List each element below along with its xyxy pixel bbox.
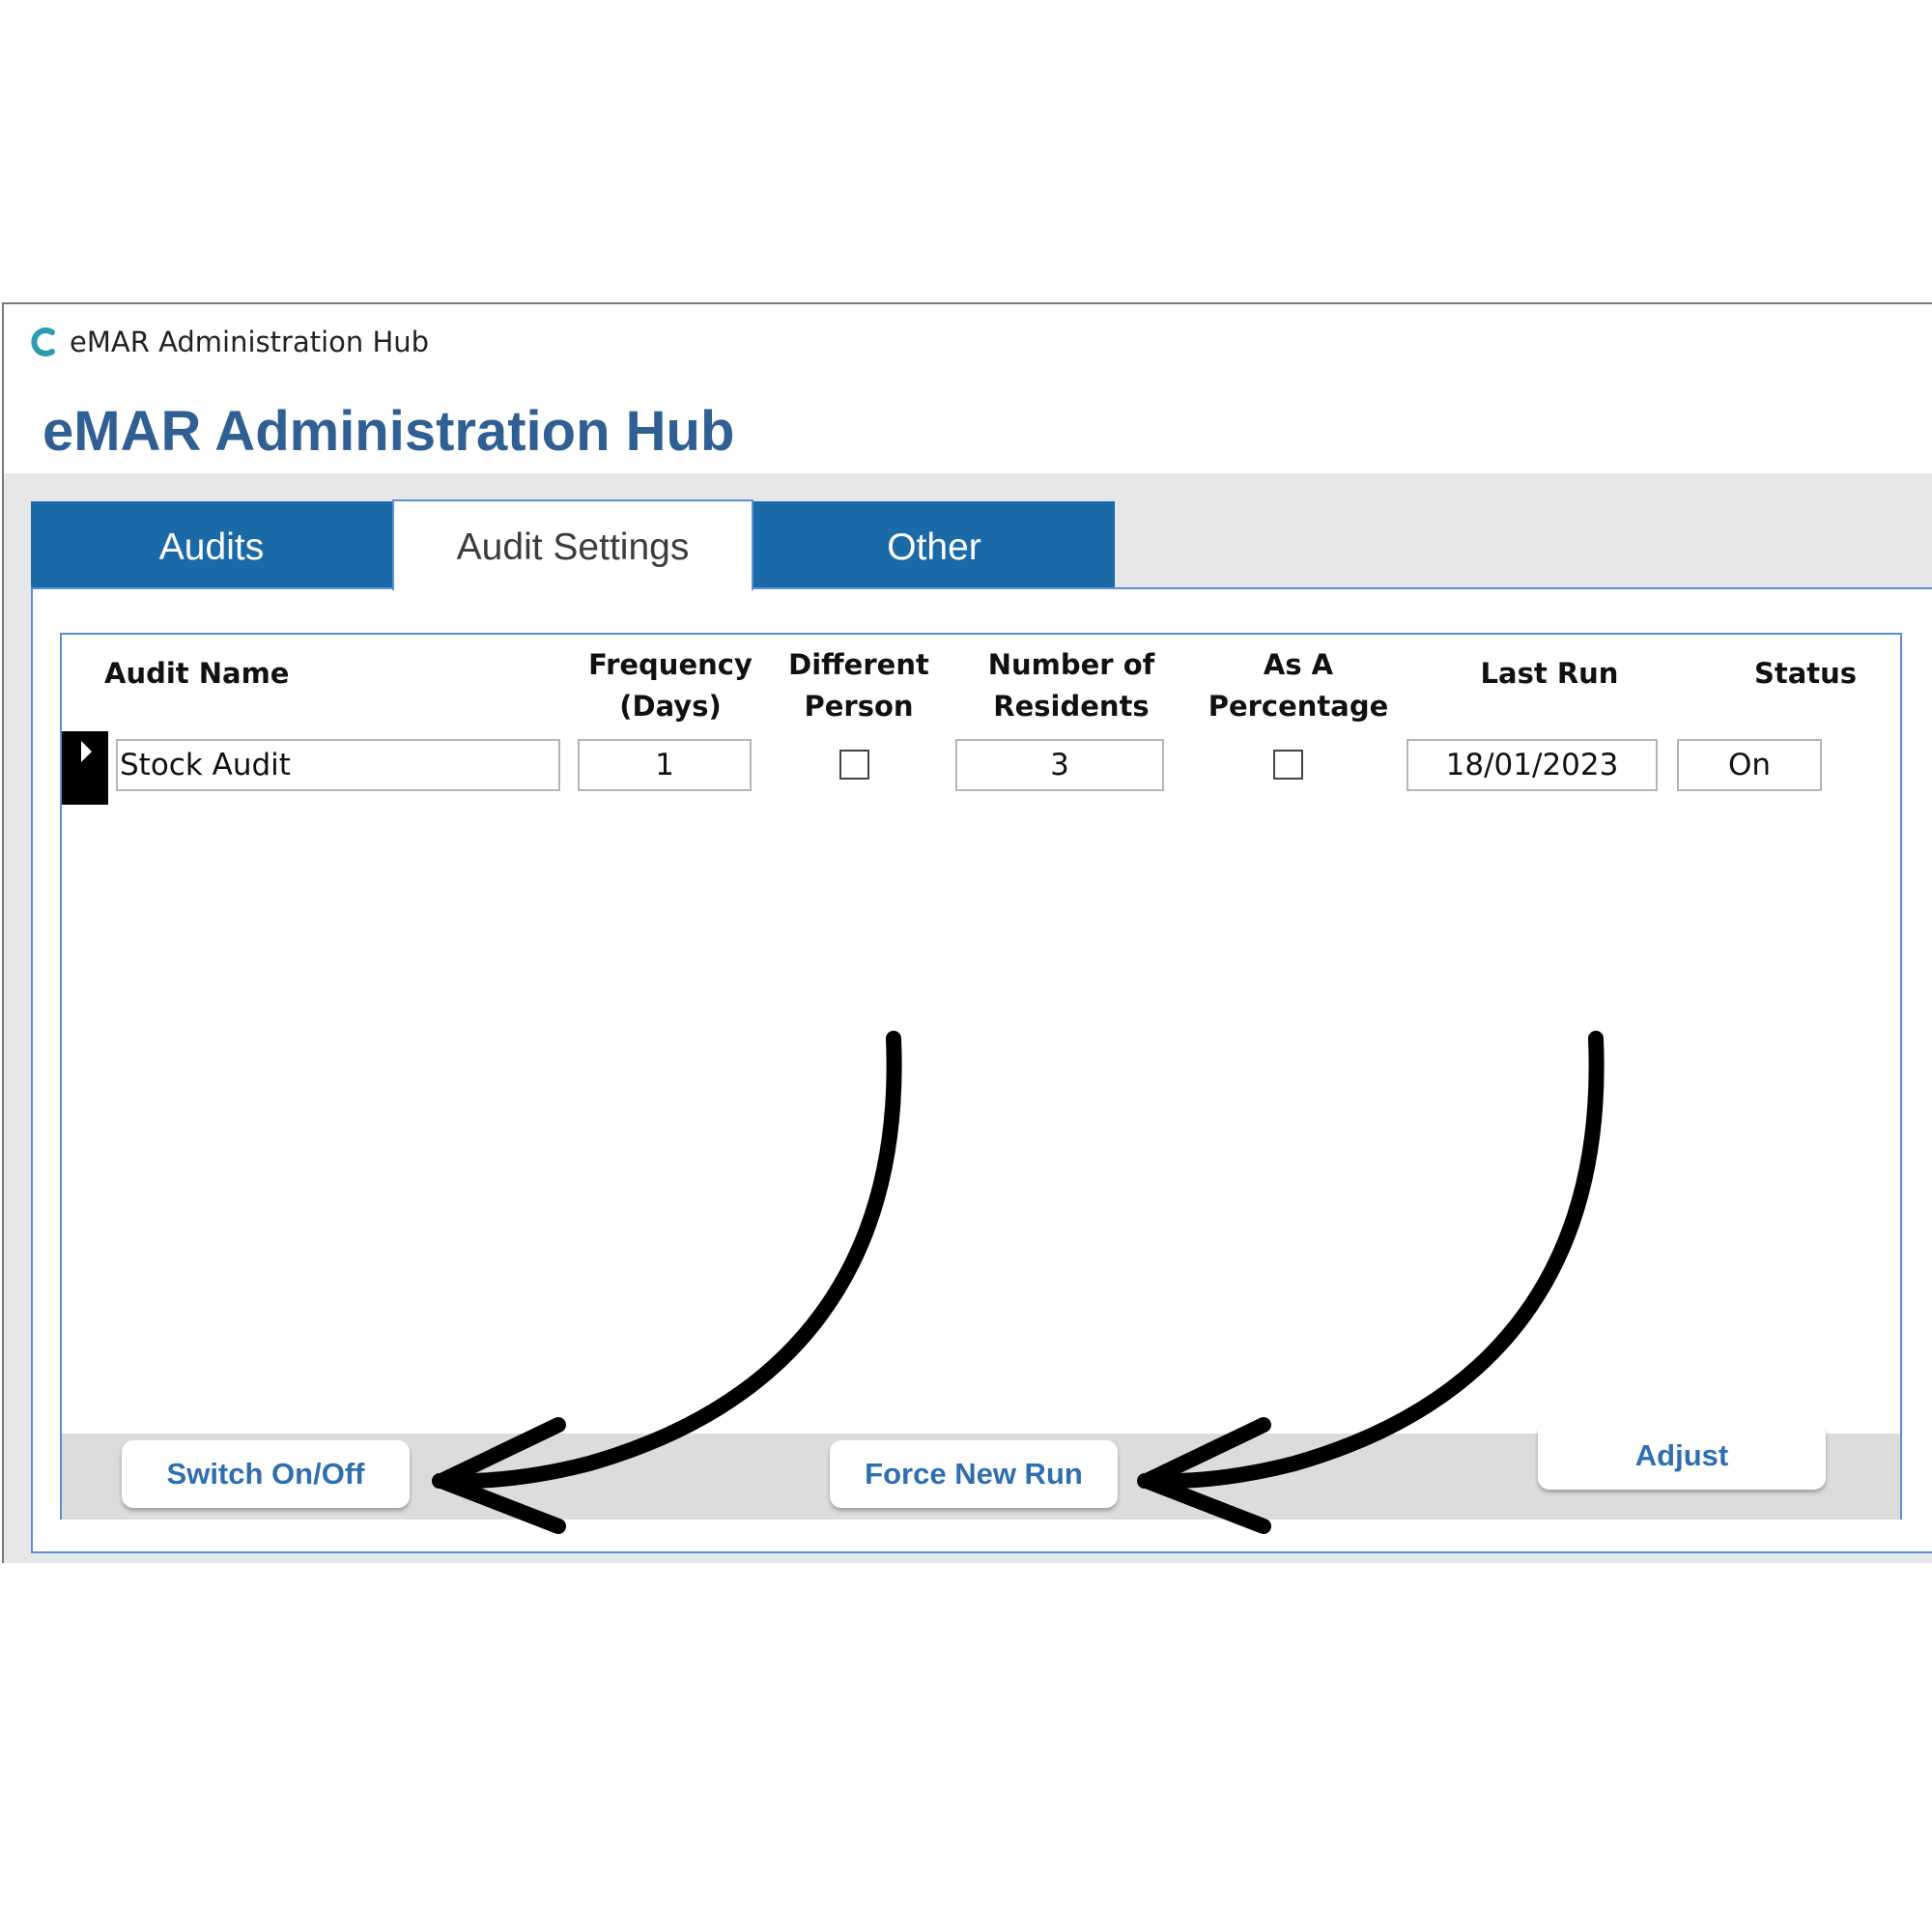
- header-as-a-percentage: As A Percentage: [1192, 644, 1405, 727]
- frequency-field[interactable]: 1: [578, 739, 752, 791]
- header-different-person: Different Person: [767, 644, 951, 727]
- application-window: eMAR Administration Hub eMAR Administrat…: [2, 302, 1932, 1563]
- record-selector[interactable]: [62, 731, 108, 805]
- adjust-button[interactable]: Adjust: [1538, 1422, 1826, 1490]
- header-residents-line2: Residents: [993, 690, 1150, 723]
- header-percentage-line1: As A: [1263, 648, 1334, 681]
- as-percentage-checkbox[interactable]: [1273, 750, 1303, 780]
- header-status: Status: [1753, 657, 1858, 690]
- header-percentage-line2: Percentage: [1208, 690, 1389, 723]
- current-record-arrow-icon: [81, 741, 92, 762]
- title-bar: eMAR Administration Hub: [4, 304, 1932, 380]
- switch-on-off-button[interactable]: Switch On/Off: [122, 1440, 410, 1508]
- force-new-run-button[interactable]: Force New Run: [830, 1440, 1118, 1508]
- window-title: eMAR Administration Hub: [70, 326, 430, 358]
- header-number-of-residents: Number of Residents: [951, 644, 1192, 727]
- audit-name-field[interactable]: Stock Audit: [116, 739, 560, 791]
- header-residents-line1: Number of: [987, 648, 1155, 681]
- header-different-line2: Person: [804, 690, 914, 723]
- header-last-run: Last Run: [1480, 657, 1619, 690]
- page-title: eMAR Administration Hub: [43, 400, 735, 463]
- button-bar: Switch On/Off Force New Run Adjust: [62, 1422, 1900, 1520]
- header-frequency: Frequency (Days): [574, 644, 767, 727]
- tab-audit-settings[interactable]: Audit Settings: [392, 499, 753, 590]
- audit-settings-subform: Audit Name Frequency (Days) Different Pe…: [60, 633, 1902, 1520]
- residents-field[interactable]: 3: [955, 739, 1164, 791]
- header-frequency-line2: (Days): [619, 690, 722, 723]
- tab-other[interactable]: Other: [753, 501, 1115, 590]
- header-different-line1: Different: [788, 648, 929, 681]
- tab-audits[interactable]: Audits: [31, 501, 392, 590]
- audit-settings-panel: Audit Name Frequency (Days) Different Pe…: [31, 587, 1932, 1553]
- status-field[interactable]: On: [1677, 739, 1822, 791]
- app-logo-c-icon: [31, 327, 55, 356]
- last-run-field[interactable]: 18/01/2023: [1406, 739, 1658, 791]
- header-frequency-line1: Frequency: [588, 648, 753, 681]
- different-person-checkbox[interactable]: [839, 750, 869, 780]
- header-audit-name: Audit Name: [104, 657, 290, 690]
